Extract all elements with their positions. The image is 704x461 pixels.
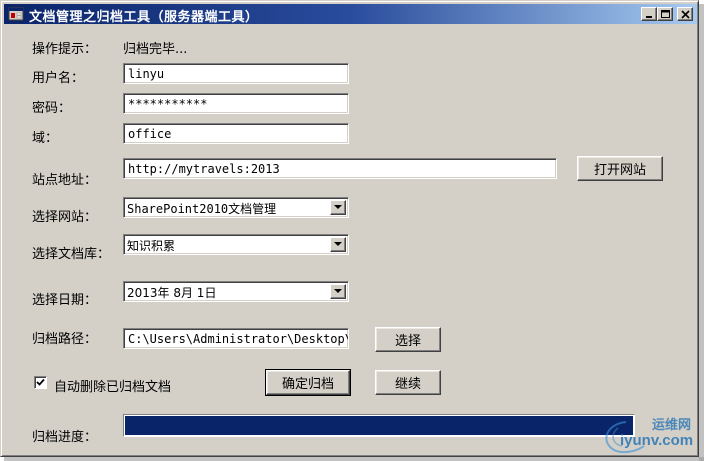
close-button[interactable] — [677, 7, 693, 21]
auto-delete-checkbox[interactable] — [34, 376, 47, 389]
password-label: 密码： — [32, 101, 72, 116]
app-icon — [8, 7, 24, 21]
date-picker-dropdown-button[interactable] — [330, 284, 346, 299]
date-picker[interactable]: 2013年 8月 1日 — [123, 281, 349, 302]
site-url-input[interactable]: http://mytravels:2013 — [123, 158, 557, 179]
window-shadow-right — [699, 4, 704, 461]
archive-path-input[interactable]: C:\Users\Administrator\Desktop\1: — [123, 328, 349, 349]
site-select[interactable]: SharePoint2010文档管理 — [123, 197, 349, 218]
library-select[interactable]: 知识积累 — [123, 234, 349, 255]
maximize-button[interactable] — [657, 7, 673, 21]
watermark-text-cn: 运维网 — [652, 418, 692, 433]
confirm-archive-button[interactable]: 确定归档 — [265, 369, 351, 396]
domain-label: 域： — [32, 131, 59, 146]
chevron-down-icon — [334, 242, 342, 246]
library-select-value: 知识积累 — [127, 239, 176, 253]
archive-progress-bar — [123, 414, 635, 437]
minimize-icon — [646, 16, 652, 18]
hint-status-text: 归档完毕... — [123, 42, 188, 57]
select-library-label: 选择文档库： — [32, 247, 111, 262]
title-bar[interactable]: 文档管理之归档工具（服务器端工具） — [4, 4, 697, 25]
window-shadow-bottom — [4, 457, 704, 461]
date-picker-value: 2013年 8月 1日 — [127, 286, 217, 300]
site-url-label: 站点地址： — [32, 173, 98, 188]
chevron-down-icon — [334, 205, 342, 209]
select-site-label: 选择网站： — [32, 210, 98, 225]
checkmark-icon — [36, 378, 45, 386]
maximize-icon — [661, 10, 670, 18]
archive-tool-window: 文档管理之归档工具（服务器端工具） 操作提示： 归档完毕... 用户名： lin… — [0, 0, 699, 457]
hint-label: 操作提示： — [32, 42, 98, 57]
archive-path-label: 归档路径： — [32, 332, 98, 347]
minimize-button[interactable] — [641, 7, 657, 21]
auto-delete-label[interactable]: 自动删除已归档文档 — [54, 376, 171, 395]
password-input[interactable]: *********** — [123, 93, 349, 114]
library-select-dropdown-button[interactable] — [330, 237, 346, 252]
open-site-button[interactable]: 打开网站 — [577, 156, 663, 181]
browse-button[interactable]: 选择 — [375, 327, 441, 352]
progress-fill — [125, 416, 633, 435]
username-input[interactable]: linyu — [123, 63, 349, 84]
continue-button[interactable]: 继续 — [375, 370, 441, 395]
site-select-value: SharePoint2010文档管理 — [127, 202, 277, 216]
site-select-dropdown-button[interactable] — [330, 200, 346, 215]
window-title: 文档管理之归档工具（服务器端工具） — [29, 10, 259, 25]
progress-label: 归档进度： — [32, 430, 98, 445]
username-label: 用户名： — [32, 71, 85, 86]
chevron-down-icon — [334, 289, 342, 293]
watermark-text-domain: iyunv.com — [620, 432, 694, 449]
close-icon — [681, 10, 690, 19]
domain-input[interactable]: office — [123, 123, 349, 144]
select-date-label: 选择日期： — [32, 293, 98, 308]
